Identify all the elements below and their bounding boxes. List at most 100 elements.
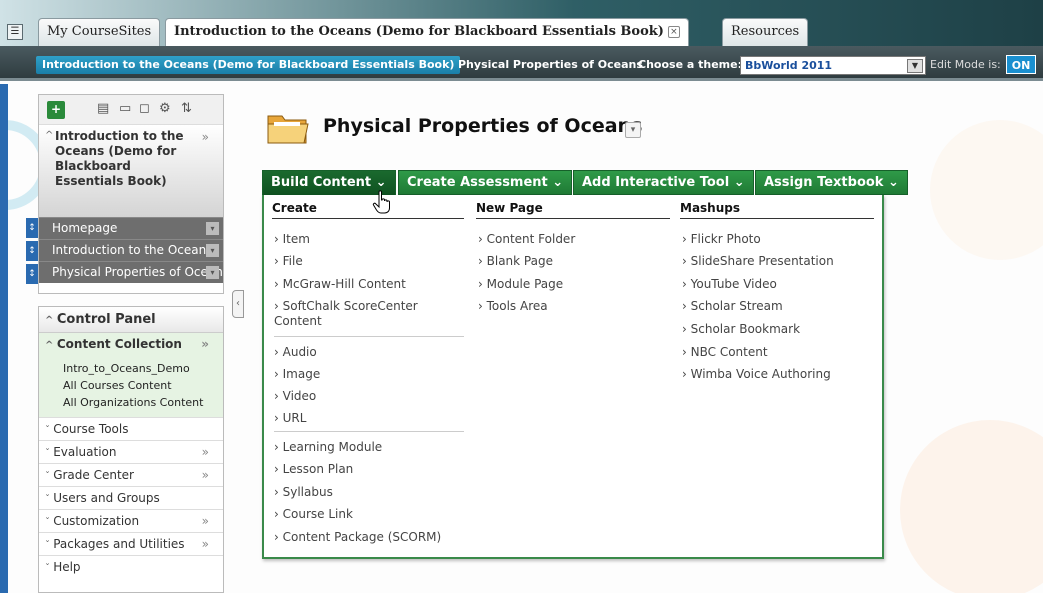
content-collection-submenu: Intro_to_Oceans_Demo All Courses Content… — [39, 356, 223, 417]
breadcrumb-page: Physical Properties of Oceans — [458, 58, 643, 71]
options-chevron-icon[interactable]: ▾ — [206, 244, 219, 257]
drag-handle-icon[interactable]: ↕ — [26, 218, 38, 238]
drag-handle-icon[interactable]: ↕ — [26, 241, 38, 261]
cp-content-collection[interactable]: ^ Content Collection » — [39, 333, 223, 356]
cp-course-tools[interactable]: ˇ Course Tools — [39, 417, 223, 440]
menu-item-tools-area[interactable]: › Tools Area — [478, 299, 548, 314]
menu-item-wimba[interactable]: › Wimba Voice Authoring — [682, 367, 831, 382]
divider — [274, 431, 464, 432]
cp-item-label: Course Tools — [53, 422, 129, 436]
options-chevron-icon[interactable]: ▾ — [206, 266, 219, 279]
collapse-arrow-icon: ^ — [45, 130, 54, 141]
dropdown-arrow-icon[interactable]: ▼ — [907, 59, 923, 73]
list-view-icon[interactable]: ▤ — [97, 102, 109, 116]
edit-mode-label: Edit Mode is: — [930, 58, 1001, 71]
drag-handle-icon[interactable]: ↕ — [26, 264, 38, 284]
cp-grade-center[interactable]: ˇ Grade Center » — [39, 463, 223, 486]
menu-item-audio[interactable]: › Audio — [274, 345, 317, 360]
cp-item-label: Content Collection — [56, 337, 182, 351]
menu-item-item[interactable]: › Item — [274, 232, 310, 247]
menu-item-mcgraw-hill[interactable]: › McGraw-Hill Content — [274, 277, 406, 292]
chevron-right-icon[interactable]: » — [202, 510, 209, 532]
menu-item-scholar-stream[interactable]: › Scholar Stream — [682, 299, 783, 314]
options-chevron-icon[interactable]: ▾ — [206, 222, 219, 235]
chevron-right-icon[interactable]: » — [202, 441, 209, 463]
theme-select[interactable]: BbWorld 2011 ▼ — [740, 56, 926, 75]
course-menu-title[interactable]: ^ Introduction to the Oceans (Demo for B… — [39, 125, 223, 217]
chevron-right-icon[interactable]: » — [201, 333, 209, 355]
collapse-arrow-icon: ^ — [45, 315, 57, 326]
menu-item-scholar-bookmark[interactable]: › Scholar Bookmark — [682, 322, 800, 337]
control-panel-title[interactable]: ^ Control Panel — [39, 307, 223, 333]
add-interactive-tool-button[interactable]: Add Interactive Tool ⌄ — [573, 170, 754, 195]
course-tabs-bar: ☰ My CourseSites Introduction to the Oce… — [0, 0, 1043, 47]
course-menu-item-homepage[interactable]: Homepage ▾ — [39, 217, 223, 239]
menu-item-content-package[interactable]: › Content Package (SCORM) — [274, 530, 441, 545]
page-title: Physical Properties of Oceans — [323, 115, 643, 137]
tab-my-coursesites[interactable]: My CourseSites — [38, 18, 161, 46]
breadcrumb-course[interactable]: Introduction to the Oceans (Demo for Bla… — [36, 56, 461, 74]
cc-link-organizations[interactable]: All Organizations Content — [63, 394, 223, 411]
build-content-menu: Create New Page Mashups › Item › File › … — [262, 195, 884, 559]
tab-menu-icon[interactable]: ☰ — [7, 24, 23, 40]
course-menu-title-text: Introduction to the Oceans (Demo for Bla… — [55, 129, 184, 188]
divider — [274, 336, 464, 337]
course-menu-item-physical-properties[interactable]: Physical Properties of Oceans ▾ — [39, 261, 223, 283]
edit-mode-toggle[interactable]: ON — [1006, 55, 1036, 74]
window-icon[interactable]: ◻ — [139, 102, 150, 116]
menu-item-slideshare[interactable]: › SlideShare Presentation — [682, 254, 834, 269]
button-label: Assign Textbook — [764, 175, 884, 190]
menu-item-lesson-plan[interactable]: › Lesson Plan — [274, 462, 353, 477]
menu-item-url[interactable]: › URL — [274, 411, 306, 426]
create-column-header: Create — [272, 201, 464, 219]
course-menu-toolbar: + ▤ ▭ ◻ ⚙ ⇅ — [39, 95, 223, 125]
menu-item-youtube[interactable]: › YouTube Video — [682, 277, 777, 292]
cp-users-groups[interactable]: ˇ Users and Groups — [39, 486, 223, 509]
create-assessment-button[interactable]: Create Assessment ⌄ — [398, 170, 573, 195]
new-page-column-header: New Page — [476, 201, 670, 219]
collapse-menu-button[interactable]: ‹ — [232, 290, 244, 318]
cc-link-intro[interactable]: Intro_to_Oceans_Demo — [63, 360, 223, 377]
cp-item-label: Evaluation — [53, 445, 117, 459]
cp-packages-utilities[interactable]: ˇ Packages and Utilities » — [39, 532, 223, 555]
chevron-down-icon[interactable]: ▾ — [625, 122, 641, 138]
mashups-column-header: Mashups — [680, 201, 874, 219]
cp-item-label: Help — [53, 560, 81, 574]
chevron-right-icon[interactable]: » — [202, 533, 209, 555]
add-menu-item-button[interactable]: + — [47, 101, 65, 119]
menu-item-blank-page[interactable]: › Blank Page — [478, 254, 553, 269]
cp-item-label: Users and Groups — [53, 491, 160, 505]
reorder-icon[interactable]: ⇅ — [181, 102, 192, 116]
theme-label: Choose a theme: — [638, 58, 742, 71]
menu-item-module-page[interactable]: › Module Page — [478, 277, 563, 292]
menu-item-learning-module[interactable]: › Learning Module — [274, 440, 382, 455]
breadcrumb-bar: Introduction to the Oceans (Demo for Bla… — [0, 46, 1043, 81]
settings-icon[interactable]: ⚙ — [159, 102, 171, 116]
cp-item-label: Customization — [53, 514, 140, 528]
chevron-right-icon[interactable]: » — [202, 464, 209, 486]
cp-evaluation[interactable]: ˇ Evaluation » — [39, 440, 223, 463]
folder-view-icon[interactable]: ▭ — [119, 102, 131, 116]
cc-link-courses[interactable]: All Courses Content — [63, 377, 223, 394]
menu-item-flickr[interactable]: › Flickr Photo — [682, 232, 761, 247]
menu-item-image[interactable]: › Image — [274, 367, 320, 382]
tab-course[interactable]: Introduction to the Oceans (Demo for Bla… — [165, 18, 689, 47]
menu-item-softchalk[interactable]: › SoftChalk ScoreCenter Content — [274, 299, 454, 329]
tab-resources[interactable]: Resources — [722, 18, 809, 46]
cp-item-label: Grade Center — [53, 468, 134, 482]
chevron-right-icon[interactable]: » — [202, 130, 209, 144]
course-menu-item-introduction[interactable]: Introduction to the Oceans ▾ — [39, 239, 223, 261]
menu-item-video[interactable]: › Video — [274, 389, 316, 404]
assign-textbook-button[interactable]: Assign Textbook ⌄ — [755, 170, 908, 195]
cp-customization[interactable]: ˇ Customization » — [39, 509, 223, 532]
menu-item-nbc[interactable]: › NBC Content — [682, 345, 768, 360]
tab-label: My CourseSites — [47, 24, 152, 39]
menu-item-course-link[interactable]: › Course Link — [274, 507, 353, 522]
expand-arrow-icon: ˇ — [45, 517, 54, 528]
menu-item-file[interactable]: › File — [274, 254, 303, 269]
menu-item-label: Introduction to the Oceans — [52, 243, 213, 257]
menu-item-syllabus[interactable]: › Syllabus — [274, 485, 333, 500]
close-tab-icon[interactable]: × — [667, 25, 680, 38]
menu-item-content-folder[interactable]: › Content Folder — [478, 232, 575, 247]
cp-help[interactable]: ˇ Help — [39, 555, 223, 578]
